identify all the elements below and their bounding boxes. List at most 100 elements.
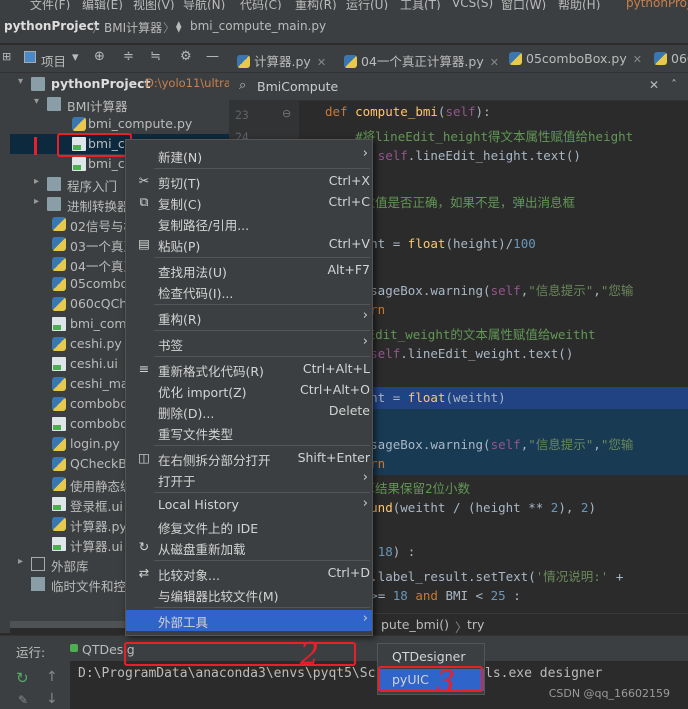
menu-item-1[interactable]: 编辑(E): [82, 0, 123, 10]
project-title[interactable]: 项目: [41, 51, 66, 70]
menu-item[interactable]: ↻ 从磁盘重新加载: [126, 537, 372, 558]
chevron-up-icon[interactable]: ˆ: [671, 78, 677, 92]
menu-item[interactable]: ≡ 重新格式化代码(R) Ctrl+Alt+L: [126, 359, 372, 380]
menu-item[interactable]: 查找用法(U) Alt+F7: [126, 260, 372, 281]
project-name: pythonProject: [626, 0, 688, 10]
wrench-icon[interactable]: ✎: [18, 693, 28, 707]
menu-item-shortcut: Shift+Enter: [297, 450, 370, 465]
menu-item[interactable]: ⇄ 比较对象... Ctrl+D: [126, 563, 372, 584]
chevron-right-icon[interactable]: ▸: [34, 176, 44, 187]
menu-item[interactable]: 打开于 ›: [126, 469, 372, 490]
tree-item-label: combobo: [70, 396, 128, 411]
gear-icon[interactable]: ⚙: [180, 49, 192, 64]
tree-item-folder[interactable]: ▾ BMI计算器: [10, 94, 229, 114]
hide-icon[interactable]: —: [206, 49, 219, 64]
menu-item[interactable]: 外部工具 ›: [126, 610, 372, 631]
fold-icon[interactable]: ⊖: [282, 107, 291, 120]
expand-all-icon[interactable]: ≑: [123, 49, 134, 64]
code-token: '情况说明:': [535, 569, 609, 584]
python-file-icon: [52, 377, 66, 391]
menu-item-4[interactable]: 代码(C): [240, 0, 282, 10]
menu-item-label: 修复文件上的 IDE: [158, 521, 259, 536]
arrow-down-icon[interactable]: ↓: [46, 691, 58, 707]
collapse-all-icon[interactable]: ≒: [150, 49, 161, 64]
menu-item-5[interactable]: 重构(R): [295, 0, 337, 10]
menu-item-label: 剪切(T): [158, 176, 201, 191]
menu-item[interactable]: 重构(R) ›: [126, 307, 372, 328]
menu-item[interactable]: Local History ›: [126, 495, 372, 516]
menu-item-label: 书签: [158, 338, 184, 353]
menu-item-shortcut: Ctrl+D: [327, 565, 370, 580]
menu-item[interactable]: 新建(N) ›: [126, 145, 372, 166]
menu-item-8[interactable]: VCS(S): [452, 0, 493, 10]
menu-item[interactable]: 与编辑器比较文件(M): [126, 584, 372, 605]
close-icon[interactable]: ✕: [490, 56, 499, 69]
folder-icon: [31, 77, 45, 91]
chevron-right-icon[interactable]: ▸: [34, 196, 44, 207]
code-token: ),: [558, 500, 581, 515]
menu-item[interactable]: 修复文件上的 IDE: [126, 516, 372, 537]
close-icon[interactable]: ✕: [633, 53, 642, 66]
menu-item-qtdesigner[interactable]: QTDesigner: [378, 646, 484, 668]
tab-calculator-py[interactable]: 计算器.py ✕: [237, 45, 326, 72]
menu-item-label: 比较对象...: [158, 568, 220, 583]
search-input[interactable]: BmiCompute: [257, 79, 338, 94]
folder-icon: [47, 97, 61, 111]
code-line[interactable]: def compute_bmi(self):: [299, 101, 688, 123]
code-token: BMI <: [445, 588, 491, 603]
menu-item[interactable]: ⧉ 复制(C) Ctrl+C: [126, 192, 372, 213]
menu-item-label: 优化 import(Z): [158, 385, 247, 400]
menu-item[interactable]: 检查代码(I)...: [126, 281, 372, 302]
tree-item-label: 外部库: [51, 559, 89, 574]
tab-05combobox[interactable]: 05comboBox.py ✕: [509, 45, 642, 72]
rerun-icon[interactable]: ↻: [16, 669, 29, 687]
code-token: (height)/: [445, 236, 514, 251]
menu-item-0[interactable]: 文件(F): [30, 0, 70, 10]
menu-item-6[interactable]: 运行(U): [346, 0, 388, 10]
compare-icon: ⇄: [138, 565, 150, 580]
menu-item[interactable]: ◫ 在右侧拆分部分打开 Shift+Enter: [126, 448, 372, 469]
close-icon[interactable]: ✕: [649, 78, 659, 92]
menu-item-label: 粘贴(P): [158, 239, 201, 254]
chevron-down-icon[interactable]: ▾: [72, 50, 79, 65]
menu-item-9[interactable]: 窗口(W): [501, 0, 546, 10]
tree-item-project-root[interactable]: ▾ pythonProject D:\yolo11\ultra: [10, 74, 229, 94]
code-token: "信息提示": [528, 437, 594, 452]
chevron-right-icon: ›: [362, 308, 368, 323]
tab-04[interactable]: 04一个真正计算器.py ✕: [344, 45, 499, 72]
chevron-right-icon: 〉: [455, 620, 468, 635]
chevron-down-icon[interactable]: ▾: [34, 96, 44, 107]
code-token: "信息提示": [528, 283, 594, 298]
menu-item-shortcut: Ctrl+Alt+O: [300, 382, 370, 397]
tree-item-label: 计算器.py: [70, 519, 127, 534]
tree-item-label: bmi_compute.py: [88, 116, 193, 131]
nav-crumb-folder[interactable]: BMI计算器: [104, 19, 162, 36]
menu-item-7[interactable]: 工具(T): [400, 0, 441, 10]
menu-item-label: 检查代码(I)...: [158, 286, 234, 301]
code-token: self: [370, 346, 401, 361]
menu-item[interactable]: 删除(D)... Delete: [126, 401, 372, 422]
locate-icon[interactable]: ⊕: [94, 49, 105, 64]
close-icon[interactable]: ✕: [317, 56, 326, 69]
chevron-right-icon[interactable]: ▸: [18, 556, 28, 567]
menu-item-10[interactable]: 帮助(H): [558, 0, 600, 10]
python-file-icon: [52, 257, 66, 271]
menu-item[interactable]: ✂ 剪切(T) Ctrl+X: [126, 171, 372, 192]
nav-crumb-project[interactable]: pythonProject: [4, 19, 100, 33]
python-file-icon: [52, 337, 66, 351]
breadcrumb-try[interactable]: try: [467, 617, 484, 632]
tree-item-file[interactable]: bmi_compute.py: [10, 114, 229, 134]
menu-item[interactable]: 优化 import(Z) Ctrl+Alt+O: [126, 380, 372, 401]
menu-item[interactable]: 重写文件类型: [126, 422, 372, 443]
chevron-right-icon: 〉: [92, 21, 105, 35]
menu-item-2[interactable]: 视图(V): [133, 0, 175, 10]
arrow-up-icon[interactable]: ↑: [46, 669, 58, 685]
breadcrumb-function[interactable]: pute_bmi(): [381, 617, 449, 632]
menu-item[interactable]: 复制路径/引用...: [126, 213, 372, 234]
menu-item-3[interactable]: 导航(N): [183, 0, 225, 10]
nav-crumb-file[interactable]: bmi_compute_main.py: [190, 19, 326, 33]
chevron-down-icon[interactable]: ▾: [18, 76, 28, 87]
menu-item[interactable]: 书签 ›: [126, 333, 372, 354]
menu-item[interactable]: ▤ 粘贴(P) Ctrl+V: [126, 234, 372, 255]
tab-060[interactable]: 060: [654, 45, 688, 72]
